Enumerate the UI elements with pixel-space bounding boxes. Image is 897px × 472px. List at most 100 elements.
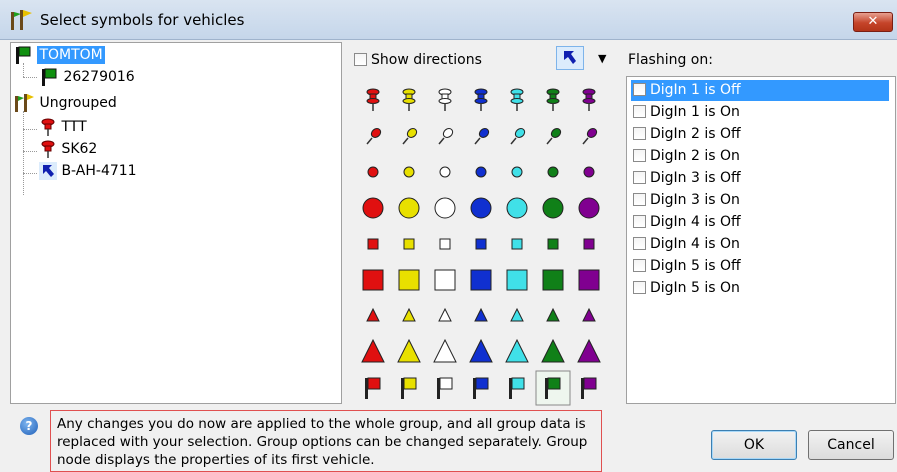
symbol-pin[interactable] bbox=[571, 118, 607, 154]
symbol-flag[interactable] bbox=[535, 370, 571, 406]
symbol-large-circle[interactable] bbox=[463, 190, 499, 226]
symbol-large-circle[interactable] bbox=[499, 190, 535, 226]
symbol-grid[interactable] bbox=[350, 82, 612, 408]
symbol-flag[interactable] bbox=[463, 370, 499, 406]
symbol-large-square[interactable] bbox=[391, 262, 427, 298]
checkbox-box[interactable] bbox=[633, 259, 646, 272]
symbol-large-triangle[interactable] bbox=[463, 334, 499, 370]
symbol-small-triangle[interactable] bbox=[499, 298, 535, 334]
symbol-flag[interactable] bbox=[499, 370, 535, 406]
checkbox-box[interactable] bbox=[633, 193, 646, 206]
symbol-small-triangle[interactable] bbox=[427, 298, 463, 334]
symbol-large-circle[interactable] bbox=[355, 190, 391, 226]
symbol-small-square[interactable] bbox=[391, 226, 427, 262]
symbol-large-circle[interactable] bbox=[535, 190, 571, 226]
symbol-large-triangle[interactable] bbox=[535, 334, 571, 370]
symbol-large-circle[interactable] bbox=[391, 190, 427, 226]
checkbox-box[interactable] bbox=[633, 215, 646, 228]
symbol-large-circle[interactable] bbox=[571, 190, 607, 226]
tree-node-tomtom[interactable]: TOMTOM bbox=[13, 45, 106, 65]
flashing-item[interactable]: DigIn 2 is Off bbox=[631, 124, 741, 145]
symbol-small-triangle[interactable] bbox=[463, 298, 499, 334]
tree-node-ttt[interactable]: TTT bbox=[39, 117, 87, 137]
symbol-small-circle[interactable] bbox=[499, 154, 535, 190]
symbol-small-square[interactable] bbox=[499, 226, 535, 262]
flashing-item[interactable]: DigIn 1 is On bbox=[631, 102, 740, 123]
symbol-flag[interactable] bbox=[355, 370, 391, 406]
symbol-small-square[interactable] bbox=[571, 226, 607, 262]
symbol-large-triangle[interactable] bbox=[499, 334, 535, 370]
symbol-small-circle[interactable] bbox=[463, 154, 499, 190]
symbol-small-square[interactable] bbox=[355, 226, 391, 262]
tree-node-b-ah-4711[interactable]: B-AH-4711 bbox=[39, 161, 137, 181]
symbol-pushpin[interactable] bbox=[427, 82, 463, 118]
symbol-pushpin[interactable] bbox=[463, 82, 499, 118]
symbol-large-square[interactable] bbox=[571, 262, 607, 298]
symbol-large-triangle[interactable] bbox=[427, 334, 463, 370]
flashing-item[interactable]: DigIn 4 is Off bbox=[631, 212, 741, 233]
symbol-large-circle[interactable] bbox=[427, 190, 463, 226]
checkbox-box[interactable] bbox=[633, 171, 646, 184]
flashing-item[interactable]: DigIn 3 is Off bbox=[631, 168, 741, 189]
symbol-large-square[interactable] bbox=[463, 262, 499, 298]
flashing-item[interactable]: DigIn 1 is Off bbox=[631, 80, 889, 101]
symbol-pushpin[interactable] bbox=[391, 82, 427, 118]
symbol-large-triangle[interactable] bbox=[391, 334, 427, 370]
symbol-large-square[interactable] bbox=[355, 262, 391, 298]
symbol-pin[interactable] bbox=[499, 118, 535, 154]
symbol-small-circle[interactable] bbox=[355, 154, 391, 190]
symbol-small-circle[interactable] bbox=[427, 154, 463, 190]
flashing-item[interactable]: DigIn 4 is On bbox=[631, 234, 740, 255]
flashing-item-label: DigIn 1 is Off bbox=[650, 82, 741, 98]
symbol-pushpin[interactable] bbox=[355, 82, 391, 118]
ok-button[interactable]: OK bbox=[711, 430, 797, 460]
checkbox-box[interactable] bbox=[633, 281, 646, 294]
tree-node-ungrouped[interactable]: Ungrouped bbox=[13, 93, 117, 113]
symbol-pin[interactable] bbox=[427, 118, 463, 154]
cancel-button[interactable]: Cancel bbox=[808, 430, 894, 460]
symbol-large-triangle[interactable] bbox=[355, 334, 391, 370]
symbol-flag[interactable] bbox=[391, 370, 427, 406]
symbol-large-square[interactable] bbox=[535, 262, 571, 298]
symbol-pushpin[interactable] bbox=[535, 82, 571, 118]
chevron-down-icon[interactable]: ▼ bbox=[598, 52, 606, 65]
symbol-small-square[interactable] bbox=[535, 226, 571, 262]
symbol-small-square[interactable] bbox=[427, 226, 463, 262]
close-button[interactable]: ✕ bbox=[853, 12, 893, 32]
symbol-small-circle[interactable] bbox=[535, 154, 571, 190]
checkbox-box[interactable] bbox=[633, 149, 646, 162]
flashing-item[interactable]: DigIn 2 is On bbox=[631, 146, 740, 167]
symbol-small-circle[interactable] bbox=[391, 154, 427, 190]
symbol-flag[interactable] bbox=[571, 370, 607, 406]
symbol-large-square[interactable] bbox=[499, 262, 535, 298]
symbol-pin[interactable] bbox=[355, 118, 391, 154]
symbol-large-triangle[interactable] bbox=[571, 334, 607, 370]
symbol-pin[interactable] bbox=[535, 118, 571, 154]
flashing-item[interactable]: DigIn 3 is On bbox=[631, 190, 740, 211]
checkbox-box[interactable] bbox=[633, 127, 646, 140]
tree-node-sk62[interactable]: SK62 bbox=[39, 139, 97, 159]
tree-node-26279016[interactable]: 26279016 bbox=[39, 67, 135, 87]
checkbox-box[interactable] bbox=[633, 237, 646, 250]
symbol-large-square[interactable] bbox=[427, 262, 463, 298]
symbol-pin[interactable] bbox=[391, 118, 427, 154]
symbol-small-square[interactable] bbox=[463, 226, 499, 262]
symbol-small-triangle[interactable] bbox=[391, 298, 427, 334]
symbol-small-triangle[interactable] bbox=[535, 298, 571, 334]
symbol-pushpin[interactable] bbox=[571, 82, 607, 118]
symbol-pin[interactable] bbox=[463, 118, 499, 154]
vehicle-tree[interactable]: TOMTOM 26279016 Ungrouped TTT SK62 B-AH-… bbox=[10, 42, 342, 404]
symbol-pushpin[interactable] bbox=[499, 82, 535, 118]
flashing-item[interactable]: DigIn 5 is Off bbox=[631, 256, 741, 277]
show-directions-checkbox[interactable]: Show directions bbox=[354, 52, 482, 68]
checkbox-box[interactable] bbox=[633, 83, 646, 96]
symbol-small-triangle[interactable] bbox=[355, 298, 391, 334]
symbol-flag[interactable] bbox=[427, 370, 463, 406]
symbol-small-circle[interactable] bbox=[571, 154, 607, 190]
direction-symbol-dropdown[interactable]: ▼ bbox=[556, 46, 620, 72]
checkbox-box[interactable] bbox=[633, 105, 646, 118]
flashing-list[interactable]: DigIn 1 is Off DigIn 1 is On DigIn 2 is Of… bbox=[626, 76, 896, 404]
checkbox-box[interactable] bbox=[354, 53, 367, 66]
symbol-small-triangle[interactable] bbox=[571, 298, 607, 334]
flashing-item[interactable]: DigIn 5 is On bbox=[631, 278, 740, 299]
